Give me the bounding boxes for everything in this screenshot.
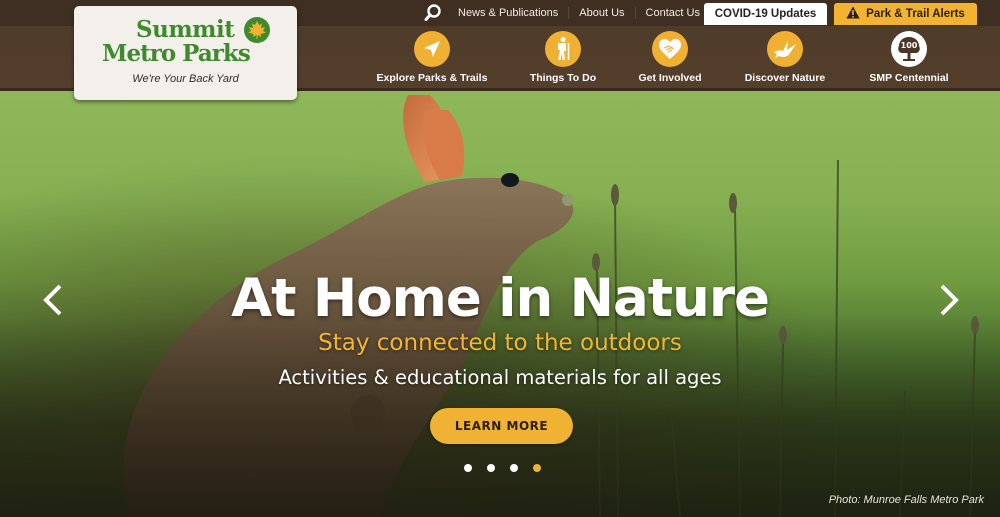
warning-icon: [846, 6, 860, 22]
hero-description: Activities & educational materials for a…: [278, 366, 722, 389]
logo-line1: Summit: [136, 16, 235, 43]
covid-updates-button[interactable]: COVID-19 Updates: [704, 3, 827, 25]
carousel-dot-4-active[interactable]: [533, 464, 541, 472]
carousel-dot-2[interactable]: [487, 464, 495, 472]
nav-smp-centennial[interactable]: 100 SMP Centennial: [844, 30, 974, 84]
nav-get-involved[interactable]: Get Involved: [605, 30, 735, 84]
search-icon[interactable]: [420, 0, 446, 26]
photo-credit: Photo: Munroe Falls Metro Park: [828, 494, 984, 506]
nav-discover-nature[interactable]: Discover Nature: [720, 30, 850, 84]
covid-updates-label: COVID-19 Updates: [714, 8, 817, 20]
nav-label: Get Involved: [638, 72, 702, 84]
utility-nav: News & Publications About Us Contact Us: [420, 0, 710, 26]
heart-handshake-icon: [652, 31, 688, 67]
site-logo[interactable]: Summit Metro Parks We're Your Back Yard: [74, 6, 297, 100]
main-nav: Explore Parks & Trails Things To Do Get …: [370, 30, 970, 88]
logo-tagline: We're Your Back Yard: [132, 73, 239, 85]
navigation-arrow-icon: [414, 31, 450, 67]
nav-label: SMP Centennial: [869, 72, 949, 84]
hero-carousel: At Home in Nature Stay connected to the …: [0, 90, 1000, 517]
logo-line2: Metro Parks: [102, 40, 251, 67]
park-trail-alerts-button[interactable]: Park & Trail Alerts: [834, 3, 977, 25]
learn-more-label: LEARN MORE: [454, 419, 549, 433]
carousel-dot-1[interactable]: [464, 464, 472, 472]
carousel-dot-3[interactable]: [510, 464, 518, 472]
contact-us-link[interactable]: Contact Us: [634, 7, 710, 19]
carousel-indicators: [464, 464, 541, 472]
hiker-icon: [545, 31, 581, 67]
news-publications-link[interactable]: News & Publications: [454, 7, 568, 19]
learn-more-button[interactable]: LEARN MORE: [430, 408, 573, 444]
centennial-badge: 100: [901, 41, 918, 50]
centennial-tree-icon: 100: [891, 31, 927, 67]
hero-title: At Home in Nature: [231, 268, 770, 329]
about-us-link[interactable]: About Us: [568, 7, 634, 19]
park-trail-alerts-label: Park & Trail Alerts: [866, 8, 965, 20]
nav-explore-parks-trails[interactable]: Explore Parks & Trails: [367, 30, 497, 84]
bird-icon: [767, 31, 803, 67]
nav-label: Discover Nature: [744, 72, 826, 84]
hero-subtitle: Stay connected to the outdoors: [318, 330, 682, 356]
nav-label: Explore Parks & Trails: [376, 72, 488, 84]
